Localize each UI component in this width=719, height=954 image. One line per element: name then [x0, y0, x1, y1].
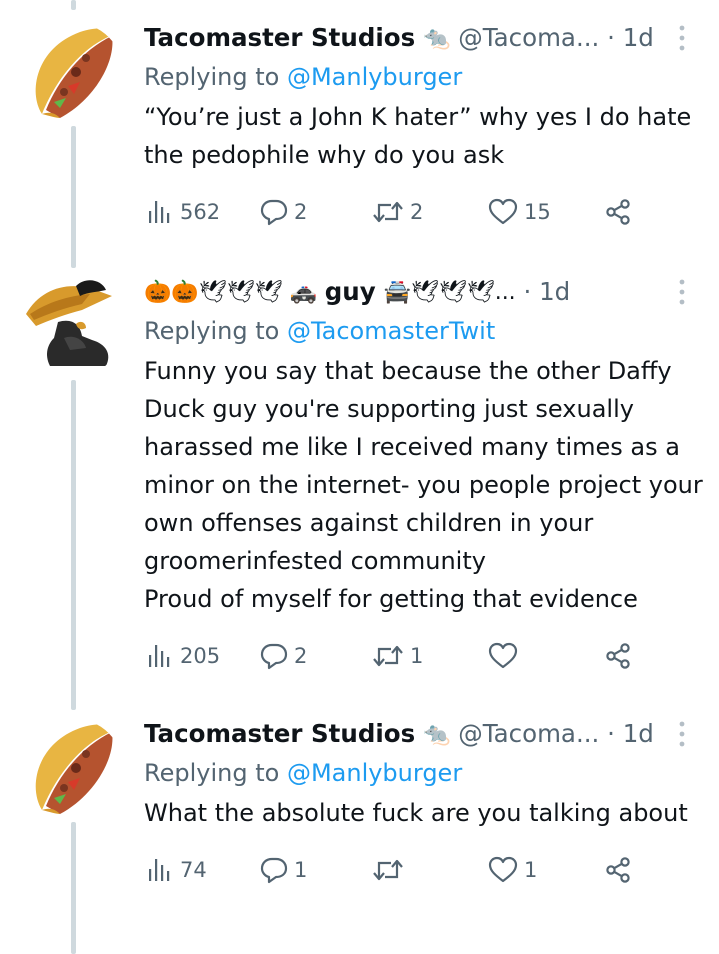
separator-dot: ·: [607, 719, 615, 748]
reply-count: 1: [294, 858, 308, 882]
like-count: 15: [524, 200, 551, 224]
like-button[interactable]: [488, 636, 524, 676]
more-options-icon[interactable]: [678, 720, 686, 748]
rat-emoji-icon: 🐀: [422, 722, 451, 747]
replying-to-mention[interactable]: @Manlyburger: [287, 759, 462, 787]
heart-icon: [488, 642, 518, 669]
reply-bubble-icon: [260, 857, 288, 884]
retweet-icon: [373, 859, 403, 881]
display-name[interactable]: Tacomaster Studios: [144, 23, 415, 52]
reply-count: 2: [294, 644, 308, 668]
reply-button[interactable]: 1: [260, 850, 307, 890]
views-button[interactable]: 562: [146, 192, 220, 232]
views-button[interactable]: 205: [146, 636, 220, 676]
like-button[interactable]: 1: [488, 850, 537, 890]
thread-connector-line: [71, 822, 76, 954]
replying-to: Replying to @Manlyburger: [144, 58, 704, 96]
like-count: 1: [524, 858, 538, 882]
retweet-button[interactable]: 2: [372, 192, 423, 232]
tweet-header: Tacomaster Studios 🐀 @Tacoma... · 1d: [144, 18, 704, 58]
avatar[interactable]: [20, 22, 124, 126]
retweet-count: 2: [410, 200, 424, 224]
share-button[interactable]: [604, 636, 632, 676]
share-icon: [606, 199, 630, 225]
avatar[interactable]: [20, 718, 124, 822]
replying-to-mention[interactable]: @Manlyburger: [287, 63, 462, 91]
share-button[interactable]: [604, 192, 632, 232]
share-icon: [606, 643, 630, 669]
separator-dot: ·: [523, 277, 532, 306]
replying-to: Replying to @Manlyburger: [144, 754, 704, 792]
more-options-icon[interactable]: [678, 278, 686, 306]
more-options-icon[interactable]: [678, 24, 686, 52]
user-handle[interactable]: @Tacoma...: [458, 23, 599, 52]
tweet-actions: 562 2 2 15: [144, 192, 704, 232]
tweet-text: Funny you say that because the other Daf…: [144, 357, 703, 613]
replying-to: Replying to @TacomasterTwit: [144, 312, 704, 350]
avatar[interactable]: [20, 274, 124, 378]
display-name[interactable]: guy: [325, 277, 376, 306]
like-button[interactable]: 15: [488, 192, 551, 232]
views-bar-chart-icon: [149, 645, 170, 667]
tweet-header: Tacomaster Studios 🐀 @Tacoma... · 1d: [144, 714, 704, 754]
reply-button[interactable]: 2: [260, 192, 307, 232]
views-bar-chart-icon: [149, 859, 170, 881]
rat-emoji-icon: 🐀: [422, 26, 451, 51]
thread-connector-line: [71, 126, 76, 268]
reply-bubble-icon: [260, 199, 288, 226]
thread-connector-line: [71, 0, 76, 10]
replying-to-mention[interactable]: @TacomasterTwit: [287, 317, 495, 345]
tweet-actions: 74 1 1: [144, 850, 704, 890]
replying-to-label: Replying to: [144, 63, 287, 91]
duck-icon: [26, 280, 112, 366]
thread-connector-line: [71, 380, 76, 710]
taco-icon: [35, 28, 117, 118]
retweet-icon: [373, 201, 403, 223]
display-name[interactable]: Tacomaster Studios: [144, 719, 415, 748]
heart-icon: [488, 198, 518, 225]
tweet-header: 🎃🎃🕊🕊🕊 🚓 guy 🚔🕊🕊🕊... · 1d: [144, 272, 704, 312]
views-button[interactable]: 74: [146, 850, 207, 890]
views-count: 74: [180, 858, 207, 882]
separator-dot: ·: [607, 23, 615, 52]
name-emoji-prefix: 🎃🎃🕊🕊🕊 🚓: [144, 280, 317, 305]
tweet-actions: 205 2 1: [144, 636, 704, 676]
share-icon: [606, 857, 630, 883]
name-emoji-suffix: 🚔🕊🕊🕊...: [383, 280, 516, 305]
retweet-button[interactable]: [372, 850, 410, 890]
views-bar-chart-icon: [149, 201, 170, 223]
taco-icon: [35, 724, 117, 814]
heart-icon: [488, 856, 518, 883]
replying-to-label: Replying to: [144, 317, 287, 345]
timestamp[interactable]: 1d: [539, 277, 570, 306]
timestamp[interactable]: 1d: [623, 719, 654, 748]
reply-button[interactable]: 2: [260, 636, 307, 676]
share-button[interactable]: [604, 850, 632, 890]
reply-count: 2: [294, 200, 308, 224]
tweet-text: What the absolute fuck are you talking a…: [144, 799, 688, 827]
replying-to-label: Replying to: [144, 759, 287, 787]
retweet-icon: [373, 645, 403, 667]
retweet-button[interactable]: 1: [372, 636, 423, 676]
timestamp[interactable]: 1d: [623, 23, 654, 52]
tweet-text: “You’re just a John K hater” why yes I d…: [144, 103, 699, 169]
views-count: 562: [180, 200, 221, 224]
views-count: 205: [180, 644, 221, 668]
retweet-count: 1: [410, 644, 424, 668]
reply-bubble-icon: [260, 643, 288, 670]
user-handle[interactable]: @Tacoma...: [458, 719, 599, 748]
